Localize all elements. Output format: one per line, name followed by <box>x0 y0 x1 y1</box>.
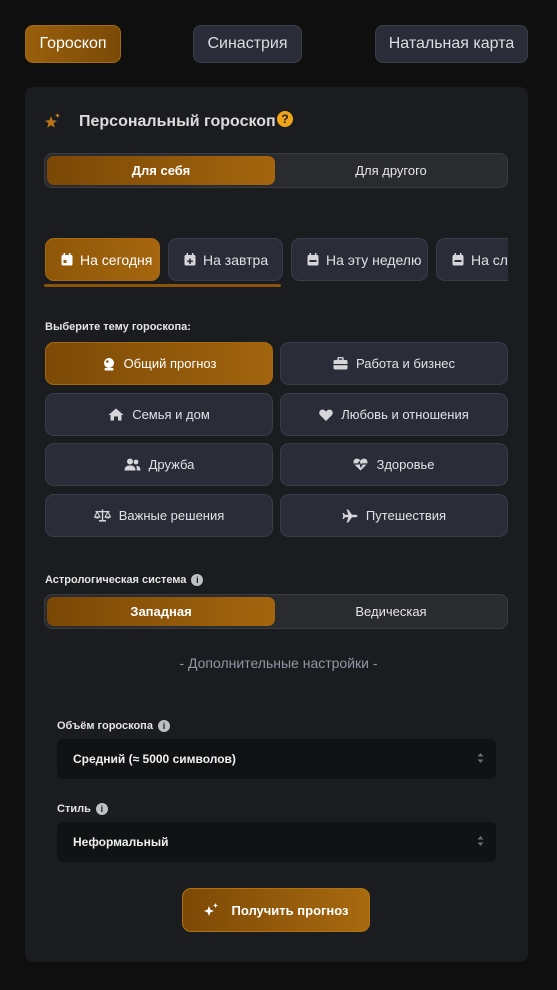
system-western[interactable]: Западная <box>47 597 275 626</box>
tab-horoscope[interactable]: Гороскоп <box>25 25 121 63</box>
topic-friendship[interactable]: Дружба <box>45 443 273 486</box>
tab-synastry[interactable]: Синастрия <box>193 25 302 63</box>
magic-sparkles-icon <box>204 903 219 916</box>
target-toggle: Для себя Для другого <box>44 153 508 188</box>
volume-select[interactable]: Средний (≈ 5000 символов) <box>57 739 496 779</box>
home-icon <box>108 408 124 421</box>
date-tabs-scrollbar[interactable] <box>44 284 281 287</box>
topic-label: Выберите тему гороскопа: <box>45 321 191 333</box>
calendar-day-icon <box>61 253 73 266</box>
topic-family[interactable]: Семья и дом <box>45 393 273 436</box>
astro-system-toggle: Западная Ведическая <box>44 594 508 629</box>
plane-icon <box>342 509 358 522</box>
astro-system-label: Астрологическая система i <box>45 574 204 587</box>
date-tab-week[interactable]: На эту неделю <box>291 238 428 281</box>
crystal-ball-icon <box>103 357 114 370</box>
toggle-other[interactable]: Для другого <box>277 156 505 185</box>
topic-general[interactable]: Общий прогноз <box>45 342 273 385</box>
date-tab-today[interactable]: На сегодня <box>45 238 160 281</box>
style-label: Стиль i <box>57 803 108 816</box>
topic-love[interactable]: Любовь и отношения <box>280 393 508 436</box>
select-arrows-icon <box>477 753 484 763</box>
system-vedic[interactable]: Ведическая <box>277 597 505 626</box>
style-select[interactable]: Неформальный <box>57 822 496 862</box>
briefcase-icon <box>333 357 348 370</box>
toggle-self[interactable]: Для себя <box>47 156 275 185</box>
tab-natal-chart[interactable]: Натальная карта <box>375 25 528 63</box>
topic-travel[interactable]: Путешествия <box>280 494 508 537</box>
calendar-icon <box>452 253 464 266</box>
info-icon[interactable]: i <box>191 574 204 587</box>
volume-label: Объём гороскопа i <box>57 720 170 733</box>
topic-decisions[interactable]: Важные решения <box>45 494 273 537</box>
heart-pulse-icon <box>353 458 368 471</box>
date-tab-next[interactable]: На сле <box>436 238 508 281</box>
additional-settings-toggle[interactable]: - Дополнительные настройки - <box>0 655 557 671</box>
date-tab-tomorrow[interactable]: На завтра <box>168 238 283 281</box>
calendar-plus-icon <box>184 253 196 266</box>
select-arrows-icon <box>477 836 484 846</box>
info-icon[interactable]: i <box>95 803 108 816</box>
page-title: Персональный гороскоп <box>79 113 276 130</box>
info-icon[interactable]: i <box>157 720 170 733</box>
help-icon[interactable]: ? <box>277 111 293 127</box>
get-forecast-button[interactable]: Получить прогноз <box>182 888 370 932</box>
calendar-week-icon <box>307 253 319 266</box>
heart-icon <box>319 409 333 421</box>
scales-icon <box>93 509 111 522</box>
topic-health[interactable]: Здоровье <box>280 443 508 486</box>
topic-work[interactable]: Работа и бизнес <box>280 342 508 385</box>
users-icon <box>124 458 141 471</box>
